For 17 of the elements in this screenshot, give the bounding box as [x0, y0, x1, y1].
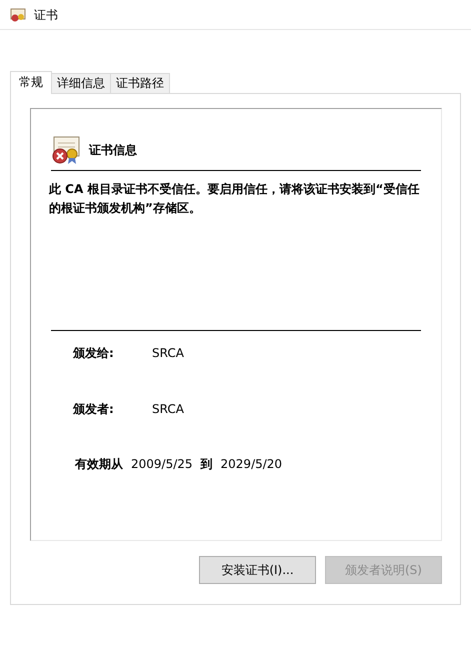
validity-label: 有效期从: [75, 456, 123, 473]
window-title: 证书: [34, 6, 58, 24]
tab[interactable]: 常规: [10, 71, 52, 94]
field-value: SRCA: [152, 345, 184, 362]
field-value: SRCA: [152, 401, 184, 418]
field-label: 颁发者:: [73, 401, 115, 418]
date-value: 2009/5/25: [131, 456, 193, 473]
certificate-icon: [10, 8, 26, 22]
field-label: 颁发给:: [73, 345, 115, 362]
tab[interactable]: 证书路径: [110, 73, 170, 93]
install-button[interactable]: 安装证书(I)...: [199, 556, 316, 584]
date-separator: 到: [200, 456, 213, 473]
certificate-error-icon: [51, 135, 81, 165]
date-value: 2029/5/20: [220, 456, 282, 473]
trust-warning-text: 此 CA 根目录证书不受信任。要启用信任，请将该证书安装到“受信任的根证书颁发机构”存储区。: [49, 181, 420, 217]
section-heading: 证书信息: [89, 142, 137, 159]
tab[interactable]: 详细信息: [51, 73, 111, 93]
